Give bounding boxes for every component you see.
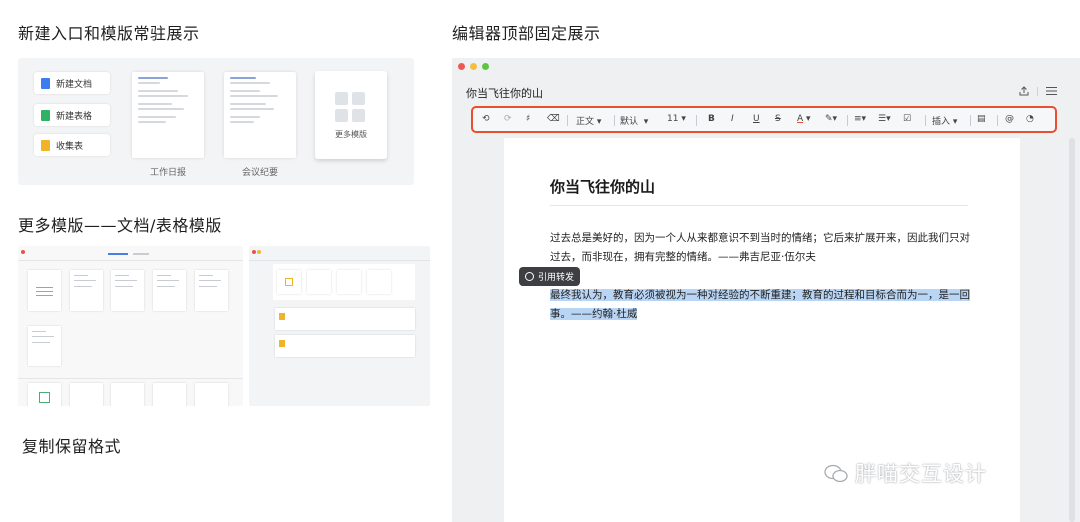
bold-button[interactable]: B	[708, 114, 715, 124]
quote-icon	[525, 272, 534, 281]
font-size-select[interactable]: 11 ▾	[667, 114, 686, 124]
sheet-icon	[41, 109, 50, 121]
undo-icon[interactable]: ⟲	[482, 114, 490, 124]
close-window-button[interactable]	[458, 63, 465, 70]
underline-button[interactable]: U	[753, 114, 760, 124]
document-title: 你当飞往你的山	[550, 178, 656, 196]
new-sheet-button[interactable]: 新建表格	[34, 104, 110, 126]
menu-icon[interactable]	[1046, 86, 1057, 96]
selected-text: 最终我认为，教育必须被视为一种对经验的不断重建；教育的过程和目标合而为一，是一回…	[550, 289, 970, 320]
paragraph-2-selected: 最终我认为，教育必须被视为一种对经验的不断重建；教育的过程和目标合而为一，是一回…	[550, 286, 970, 324]
paragraph-style-value: 正文	[576, 117, 595, 127]
paragraph-style-select[interactable]: 正文 ▾	[576, 114, 601, 127]
collect-icon	[41, 139, 50, 151]
scrollbar[interactable]	[1069, 138, 1075, 522]
new-doc-button[interactable]: 新建文档	[34, 72, 110, 94]
font-family-select[interactable]: 默认 ▾	[620, 114, 648, 127]
collect-form-label: 收集表	[56, 141, 84, 152]
paragraph-1: 过去总是美好的，因为一个人从来都意识不到当时的情绪；它后来扩展开来，因此我们只对…	[550, 232, 970, 263]
new-sheet-label: 新建表格	[56, 111, 93, 122]
strikethrough-button[interactable]: S	[775, 114, 781, 124]
section-heading-more-templates: 更多模版——文档/表格模版	[18, 216, 222, 235]
insert-label: 插入	[932, 117, 951, 127]
title-divider	[550, 205, 968, 206]
clear-format-icon[interactable]: ⌫	[547, 114, 560, 124]
redo-icon[interactable]: ⟳	[504, 114, 512, 124]
italic-button[interactable]: I	[731, 114, 734, 124]
watermark-text: 胖喵交互设计	[855, 462, 987, 486]
insert-menu-button[interactable]: 插入 ▾	[932, 114, 957, 127]
formatting-toolbar: ⟲ ⟳ ♯ ⌫ 正文 ▾ 默认 ▾ 11 ▾ B I U S A ▾ ✎▾ ≡▾…	[471, 106, 1057, 133]
quote-forward-label: 引用转发	[538, 273, 575, 283]
font-size-value: 11	[667, 114, 679, 124]
section-heading-editor-toolbar: 编辑器顶部固定展示	[452, 24, 601, 43]
share-icon[interactable]	[1019, 86, 1029, 96]
more-templates-card[interactable]: 更多模版	[315, 71, 387, 159]
comment-icon[interactable]: ◔	[1026, 114, 1034, 124]
history-icon[interactable]: ▤	[977, 114, 986, 124]
section-heading-new-entry: 新建入口和模版常驻展示	[18, 24, 200, 43]
wechat-icon	[824, 464, 848, 483]
minimize-window-button[interactable]	[470, 63, 477, 70]
quote-forward-tooltip[interactable]: 引用转发	[519, 267, 580, 286]
section-heading-copy-format: 复制保留格式	[22, 437, 122, 456]
template-card-daily-report[interactable]	[132, 72, 204, 158]
list-icon[interactable]: ☰▾	[878, 114, 891, 124]
font-family-value: 默认	[620, 117, 639, 127]
maximize-window-button[interactable]	[482, 63, 489, 70]
template-label-daily-report: 工作日报	[149, 168, 186, 178]
template-gallery-screenshot	[18, 246, 243, 406]
highlight-icon[interactable]: ✎▾	[825, 114, 837, 124]
new-entry-panel: 新建文档 新建表格 收集表 工作日报 会议纪要 更多模版	[18, 58, 414, 185]
template-card-meeting-minutes[interactable]	[224, 72, 296, 158]
new-doc-label: 新建文档	[56, 79, 93, 90]
font-color-label: A	[797, 114, 804, 124]
font-color-button[interactable]: A ▾	[797, 114, 811, 124]
checkbox-icon[interactable]: ☑	[903, 114, 911, 124]
mention-icon[interactable]: @	[1005, 114, 1014, 124]
template-list-screenshot	[249, 246, 430, 406]
more-templates-label: 更多模版	[335, 130, 367, 139]
align-icon[interactable]: ≡▾	[854, 114, 866, 124]
editor-window: 你当飞往你的山 ⟲ ⟳ ♯ ⌫ 正文 ▾ 默认 ▾ 11 ▾ B I U S A…	[452, 58, 1080, 522]
template-label-meeting-minutes: 会议纪要	[241, 168, 278, 178]
grid-icon	[335, 92, 367, 124]
format-painter-icon[interactable]: ♯	[526, 114, 530, 124]
collect-form-button[interactable]: 收集表	[34, 134, 110, 156]
window-title: 你当飞往你的山	[466, 87, 543, 100]
watermark: 胖喵交互设计	[823, 458, 987, 488]
doc-icon	[41, 77, 50, 89]
